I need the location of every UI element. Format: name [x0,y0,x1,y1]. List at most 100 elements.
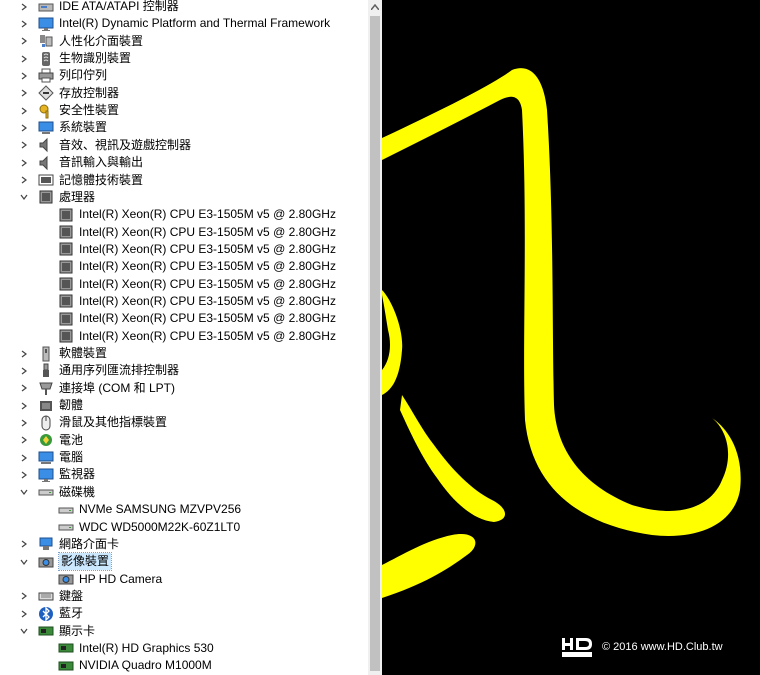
tree-category-item[interactable]: 韌體 [21,397,84,414]
tree-category-item[interactable]: 音訊輸入與輸出 [21,154,143,171]
tree-item-label: Intel(R) Xeon(R) CPU E3-1505M v5 @ 2.80G… [79,241,336,256]
tree-child-item[interactable]: Intel(R) Xeon(R) CPU E3-1505M v5 @ 2.80G… [58,224,336,241]
scrollbar-thumb[interactable] [370,16,380,671]
tree-child-item[interactable]: HP HD Camera [58,571,162,588]
chevron-down-icon[interactable] [18,553,30,570]
tree-item-label: Intel(R) HD Graphics 530 [79,640,214,655]
chevron-right-icon[interactable] [18,536,30,553]
chevron-down-icon[interactable] [18,484,30,501]
tree-item-label: 網路介面卡 [59,536,120,551]
tree-item-label: HP HD Camera [79,571,163,586]
tree-item-label: Intel(R) Xeon(R) CPU E3-1505M v5 @ 2.80G… [79,293,336,308]
tree-category-item[interactable]: 存放控制器 [21,85,119,102]
tree-item-label: 磁碟機 [59,484,96,499]
chevron-right-icon[interactable] [18,85,30,102]
tree-item-label: IDE ATA/ATAPI 控制器 [59,0,179,13]
storage-controller-icon [38,85,54,101]
tree-category-item[interactable]: 藍牙 [21,605,83,622]
chevron-right-icon[interactable] [18,154,30,171]
chevron-right-icon[interactable] [18,449,30,466]
firmware-icon [38,398,54,414]
tree-child-item[interactable]: WDC WD5000M22K-60Z1LT0 [58,519,240,536]
tree-category-item[interactable]: 鍵盤 [21,588,84,605]
chevron-right-icon[interactable] [18,0,30,15]
display-adapter-icon [58,640,74,656]
tree-child-item[interactable]: Intel(R) Xeon(R) CPU E3-1505M v5 @ 2.80G… [58,293,336,310]
scroll-up-arrow-icon[interactable] [368,0,382,14]
tree-child-item[interactable]: Intel(R) Xeon(R) CPU E3-1505M v5 @ 2.80G… [58,310,336,327]
tree-category-item[interactable]: Intel(R) Dynamic Platform and Thermal Fr… [21,15,330,32]
tree-category-item[interactable]: 記憶體技術裝置 [21,172,143,189]
tree-child-item[interactable]: NVMe SAMSUNG MZVPV256 [58,501,241,518]
chevron-right-icon[interactable] [18,414,30,431]
tree-item-label: NVIDIA Quadro M1000M [79,658,212,673]
tree-category-item[interactable]: 通用序列匯流排控制器 [21,362,179,379]
chevron-right-icon[interactable] [18,605,30,622]
tree-item-label: NVMe SAMSUNG MZVPV256 [79,502,242,517]
processor-icon [38,189,54,205]
tree-category-item[interactable]: 人性化介面裝置 [21,33,143,50]
chevron-right-icon[interactable] [18,362,30,379]
chevron-right-icon[interactable] [18,172,30,189]
device-tree: IDE ATA/ATAPI 控制器 Intel(R) Dynamic Platfo… [0,0,368,675]
vertical-scrollbar[interactable] [368,0,382,675]
chevron-right-icon[interactable] [18,50,30,67]
system-device-icon [38,120,54,136]
tree-category-item[interactable]: 列印佇列 [21,67,107,84]
tree-child-item[interactable]: Intel(R) Xeon(R) CPU E3-1505M v5 @ 2.80G… [58,241,336,258]
tree-category-item[interactable]: IDE ATA/ATAPI 控制器 [21,0,179,15]
tree-item-label: 韌體 [59,398,84,413]
tree-category-item[interactable]: 音效、視訊及遊戲控制器 [21,137,191,154]
chevron-right-icon[interactable] [18,33,30,50]
tree-item-label: 鍵盤 [59,588,84,603]
chevron-right-icon[interactable] [18,102,30,119]
ide-icon [38,0,54,15]
tree-category-item[interactable]: 生物識別裝置 [21,50,131,67]
tree-category-item[interactable]: 系統裝置 [21,119,107,136]
tree-child-item[interactable]: Intel(R) HD Graphics 530 [58,640,214,657]
tree-item-label: Intel(R) Xeon(R) CPU E3-1505M v5 @ 2.80G… [79,276,336,291]
chevron-right-icon[interactable] [18,588,30,605]
tree-item-label: 影像裝置 [57,552,113,572]
chevron-right-icon[interactable] [18,119,30,136]
processor-icon [58,224,74,240]
tree-child-item[interactable]: Intel(R) Xeon(R) CPU E3-1505M v5 @ 2.80G… [58,328,336,345]
tree-category-item[interactable]: 磁碟機 [20,484,96,501]
tree-category-item[interactable]: 處理器 [20,189,95,206]
camera-icon [38,554,54,570]
disk-drive-icon [58,502,74,518]
tree-child-item[interactable]: Intel(R) Xeon(R) CPU E3-1505M v5 @ 2.80G… [58,258,336,275]
chevron-right-icon[interactable] [18,67,30,84]
tree-item-label: Intel(R) Xeon(R) CPU E3-1505M v5 @ 2.80G… [79,259,336,274]
tree-category-item[interactable]: 電池 [21,432,83,449]
chevron-right-icon[interactable] [18,380,30,397]
tree-item-label: Intel(R) Xeon(R) CPU E3-1505M v5 @ 2.80G… [79,224,336,239]
tree-child-item[interactable]: Intel(R) Xeon(R) CPU E3-1505M v5 @ 2.80G… [58,276,336,293]
chevron-right-icon[interactable] [18,466,30,483]
tree-child-item[interactable]: Intel(R) Xeon(R) CPU E3-1505M v5 @ 2.80G… [58,206,336,223]
security-key-icon [38,103,54,119]
computer-icon [38,450,54,466]
chevron-right-icon[interactable] [18,345,30,362]
tree-category-item[interactable]: 軟體裝置 [21,345,107,362]
chevron-right-icon[interactable] [18,137,30,154]
chevron-right-icon[interactable] [18,397,30,414]
tree-category-item[interactable]: 監視器 [21,466,95,483]
tree-category-item[interactable]: 電腦 [21,449,83,466]
tree-category-item[interactable]: 顯示卡 [20,623,95,640]
chevron-down-icon[interactable] [18,623,30,640]
tree-child-item[interactable]: NVIDIA Quadro M1000M [58,657,212,674]
chevron-right-icon[interactable] [18,432,30,449]
speaker-icon [38,155,54,171]
chevron-down-icon[interactable] [18,189,30,206]
tree-category-item[interactable]: 滑鼠及其他指標裝置 [21,414,167,431]
disk-drive-icon [38,484,54,500]
display-adapter-icon [58,658,74,674]
chevron-right-icon[interactable] [18,15,30,32]
tree-category-item[interactable]: 連接埠 (COM 和 LPT) [21,380,175,397]
printer-icon [38,68,54,84]
tree-category-item[interactable]: 影像裝置 [20,552,113,572]
tree-category-item[interactable]: 網路介面卡 [21,536,120,553]
calligraphy-character-image [382,68,741,598]
tree-category-item[interactable]: 安全性裝置 [21,102,119,119]
